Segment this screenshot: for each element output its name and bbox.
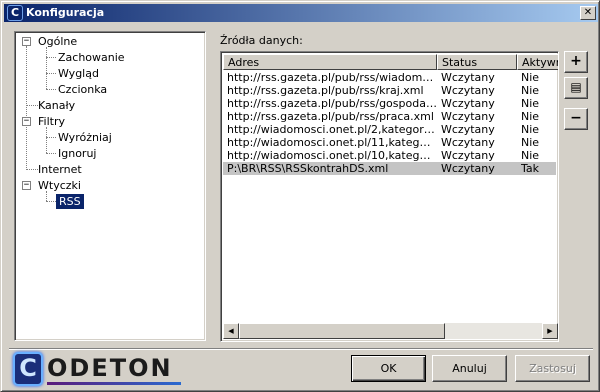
- address-cell: http://wiadomosci.onet.pl/10,kategoria.r…: [227, 149, 437, 162]
- status-cell: Wczytany: [441, 84, 495, 97]
- minus-icon: −: [570, 110, 582, 126]
- tree-item-wtyczki[interactable]: Wtyczki: [38, 179, 81, 192]
- status-cell: Wczytany: [441, 149, 495, 162]
- sources-list[interactable]: Adres Status Aktywn http://rss.gazeta.pl…: [220, 51, 559, 342]
- tree-line: [46, 57, 56, 58]
- scroll-left-icon[interactable]: ◀: [223, 323, 239, 339]
- list-item[interactable]: http://rss.gazeta.pl/pub/rss/kraj.xml Wc…: [223, 84, 556, 97]
- tree-item-filtry[interactable]: Filtry: [38, 115, 65, 128]
- apply-button-label: Zastosuj: [529, 362, 576, 375]
- tree-line: [46, 89, 56, 90]
- tree-line: [26, 105, 38, 106]
- edit-source-button[interactable]: ▤: [564, 77, 588, 99]
- list-header: Adres Status Aktywn: [223, 54, 558, 70]
- active-cell: Tak: [521, 162, 540, 175]
- tree-line: [46, 47, 47, 89]
- tree-line: [46, 127, 47, 153]
- address-cell: http://wiadomosci.onet.pl/11,kategoria.r…: [227, 136, 437, 149]
- cancel-button-label: Anuluj: [452, 362, 487, 375]
- close-button[interactable]: ✕: [580, 6, 596, 20]
- tree-item-kanaly[interactable]: Kanały: [38, 99, 75, 112]
- list-item[interactable]: http://rss.gazeta.pl/pub/rss/wiadomosci.…: [223, 71, 556, 84]
- tree-line: [46, 191, 47, 201]
- status-cell: Wczytany: [441, 123, 495, 136]
- tree-item-ogolne[interactable]: Ogólne: [38, 35, 77, 48]
- status-cell: Wczytany: [441, 110, 495, 123]
- active-cell: Nie: [521, 84, 540, 97]
- tree-line: [46, 201, 56, 202]
- remove-source-button[interactable]: −: [564, 108, 588, 130]
- codeton-logo: C ODETON: [13, 352, 181, 386]
- scroll-right-icon[interactable]: ▶: [542, 323, 558, 339]
- scroll-thumb[interactable]: [239, 323, 445, 339]
- list-item[interactable]: http://rss.gazeta.pl/pub/rss/praca.xml W…: [223, 110, 556, 123]
- tree-item-internet[interactable]: Internet: [38, 163, 82, 176]
- collapse-icon[interactable]: −: [22, 117, 31, 126]
- logo-mark: C: [13, 352, 43, 386]
- address-cell: http://rss.gazeta.pl/pub/rss/praca.xml: [227, 110, 434, 123]
- separator: [9, 348, 593, 350]
- active-cell: Nie: [521, 136, 540, 149]
- title-bar[interactable]: C Konfiguracja ✕: [4, 4, 598, 22]
- tree-item-wyglad[interactable]: Wygląd: [58, 67, 99, 80]
- status-cell: Wczytany: [441, 162, 495, 175]
- window-title: Konfiguracja: [26, 6, 105, 19]
- active-cell: Nie: [521, 110, 540, 123]
- status-cell: Wczytany: [441, 97, 495, 110]
- list-item[interactable]: http://wiadomosci.onet.pl/2,kategoria.rs…: [223, 123, 556, 136]
- sources-label: Źródła danych:: [220, 34, 303, 47]
- list-item-selected[interactable]: P:\BR\RSS\RSSkontrahDS.xml Wczytany Tak: [223, 162, 556, 175]
- tree-line: [46, 137, 56, 138]
- properties-icon: ▤: [570, 80, 582, 94]
- cancel-button[interactable]: Anuluj: [432, 355, 507, 382]
- active-cell: Nie: [521, 149, 540, 162]
- tree-line: [26, 169, 38, 170]
- column-header-status[interactable]: Status: [437, 54, 517, 70]
- collapse-icon[interactable]: −: [22, 37, 31, 46]
- list-item[interactable]: http://rss.gazeta.pl/pub/rss/gospodarka.…: [223, 97, 556, 110]
- column-header-address[interactable]: Adres: [223, 54, 437, 70]
- ok-button[interactable]: OK: [351, 355, 426, 382]
- active-cell: Nie: [521, 71, 540, 84]
- address-cell: http://rss.gazeta.pl/pub/rss/wiadomosci.…: [227, 71, 437, 84]
- apply-button[interactable]: Zastosuj: [515, 355, 590, 382]
- address-cell: http://rss.gazeta.pl/pub/rss/gospodarka.…: [227, 97, 437, 110]
- tree-item-czcionka[interactable]: Czcionka: [58, 83, 107, 96]
- address-cell: http://rss.gazeta.pl/pub/rss/kraj.xml: [227, 84, 424, 97]
- status-cell: Wczytany: [441, 136, 495, 149]
- tree-line: [46, 73, 56, 74]
- tree-line: [26, 46, 27, 170]
- list-item[interactable]: http://wiadomosci.onet.pl/11,kategoria.r…: [223, 136, 556, 149]
- address-cell: P:\BR\RSS\RSSkontrahDS.xml: [227, 162, 389, 175]
- tree-line: [46, 153, 56, 154]
- ok-button-label: OK: [380, 362, 397, 375]
- logo-text: ODETON: [47, 354, 173, 382]
- active-cell: Nie: [521, 97, 540, 110]
- column-header-active[interactable]: Aktywn: [517, 54, 558, 70]
- add-source-button[interactable]: +: [564, 51, 588, 73]
- config-window: C Konfiguracja ✕ − Ogólne Zachowanie Wyg…: [0, 0, 600, 392]
- active-cell: Nie: [521, 123, 540, 136]
- logo-underline: [47, 382, 181, 385]
- list-item[interactable]: http://wiadomosci.onet.pl/10,kategoria.r…: [223, 149, 556, 162]
- address-cell: http://wiadomosci.onet.pl/2,kategoria.rs…: [227, 123, 437, 136]
- horizontal-scrollbar[interactable]: ◀ ▶: [223, 323, 558, 339]
- tree-item-zachowanie[interactable]: Zachowanie: [58, 51, 125, 64]
- collapse-icon[interactable]: −: [22, 181, 31, 190]
- settings-tree[interactable]: − Ogólne Zachowanie Wygląd Czcionka Kana…: [14, 31, 206, 341]
- tree-item-rss[interactable]: RSS: [56, 194, 84, 209]
- status-cell: Wczytany: [441, 71, 495, 84]
- app-icon: C: [7, 5, 23, 21]
- plus-icon: +: [570, 53, 582, 69]
- tree-item-ignoruj[interactable]: Ignoruj: [58, 147, 96, 160]
- tree-item-wyrozniaj[interactable]: Wyróżniaj: [58, 131, 112, 144]
